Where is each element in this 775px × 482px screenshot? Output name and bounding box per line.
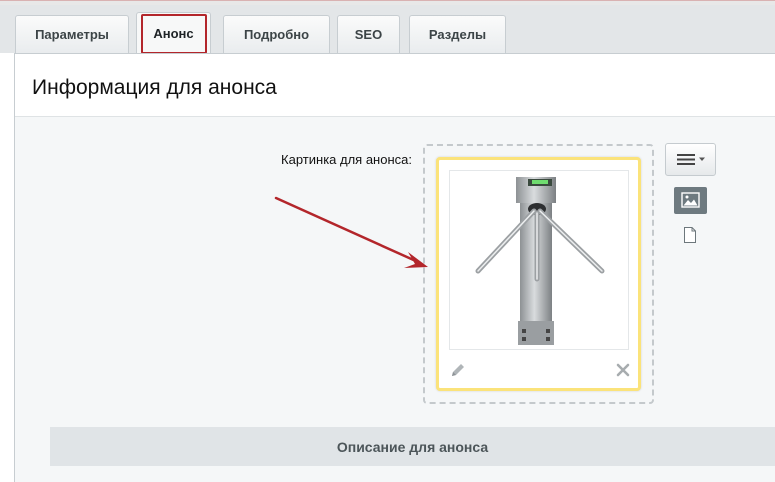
preview-image-label: Картинка для анонса: bbox=[281, 152, 412, 167]
tab-label: Подробно bbox=[243, 27, 310, 42]
close-icon[interactable] bbox=[614, 361, 632, 379]
tab-label: Параметры bbox=[35, 27, 109, 42]
tab-parameters[interactable]: Параметры bbox=[15, 15, 129, 53]
tab-details[interactable]: Подробно bbox=[223, 15, 330, 53]
image-preview-card[interactable] bbox=[436, 157, 641, 391]
section-title: Информация для анонса bbox=[32, 76, 277, 99]
tab-announcement[interactable]: Анонс bbox=[136, 12, 211, 58]
section-header: Информация для анонса bbox=[15, 54, 775, 117]
content-frame bbox=[14, 53, 775, 482]
turnstile-image bbox=[449, 170, 629, 350]
hamburger-menu-icon[interactable] bbox=[665, 143, 716, 176]
tabs-bar: Параметры Анонс Подробно SEO Разделы bbox=[0, 5, 775, 58]
tab-sections[interactable]: Разделы bbox=[409, 15, 506, 53]
file-icon[interactable] bbox=[682, 226, 698, 244]
description-header-label: Описание для анонса bbox=[336, 438, 489, 455]
tab-label: Анонс bbox=[153, 26, 194, 41]
tab-label: Разделы bbox=[428, 27, 487, 42]
tab-seo[interactable]: SEO bbox=[337, 15, 400, 53]
active-tab-highlight: Анонс bbox=[140, 13, 207, 54]
pencil-icon[interactable] bbox=[449, 361, 467, 379]
description-header[interactable]: Описание для анонса bbox=[50, 427, 775, 466]
tab-label: SEO bbox=[354, 27, 383, 42]
image-icon[interactable] bbox=[674, 187, 707, 214]
